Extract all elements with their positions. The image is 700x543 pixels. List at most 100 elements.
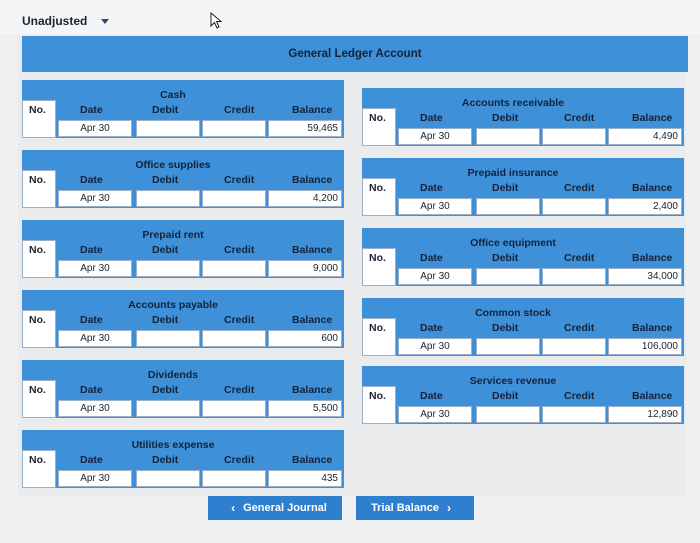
col-date-label: Date	[80, 244, 103, 256]
account-prepaid-rent: Prepaid rent No. Date Apr 30 Debit Credi…	[22, 220, 344, 280]
col-debit-label: Debit	[152, 104, 179, 116]
credit-cell	[202, 470, 266, 487]
balance-cell: 435	[268, 470, 342, 487]
col-credit-label: Credit	[564, 252, 595, 264]
col-credit-label: Credit	[224, 384, 255, 396]
col-no-label: No.	[362, 318, 396, 356]
debit-cell	[476, 406, 540, 423]
col-balance-label: Balance	[292, 314, 333, 326]
date-cell: Apr 30	[58, 190, 132, 207]
credit-cell	[542, 128, 606, 145]
debit-cell	[136, 330, 200, 347]
col-credit-label: Credit	[224, 174, 255, 186]
debit-cell	[476, 198, 540, 215]
col-balance-label: Balance	[632, 322, 673, 334]
balance-cell: 2,400	[608, 198, 682, 215]
col-balance-label: Balance	[632, 112, 673, 124]
col-balance-label: Balance	[292, 174, 333, 186]
col-date-label: Date	[80, 314, 103, 326]
col-debit-label: Debit	[152, 314, 179, 326]
col-debit-label: Debit	[152, 384, 179, 396]
top-bar: Unadjusted	[0, 0, 700, 34]
credit-cell	[202, 260, 266, 277]
col-date-label: Date	[80, 454, 103, 466]
debit-cell	[136, 120, 200, 137]
col-credit-label: Credit	[564, 112, 595, 124]
balance-cell: 9,000	[268, 260, 342, 277]
col-no-label: No.	[362, 108, 396, 146]
col-no-label: No.	[22, 240, 56, 278]
general-journal-button[interactable]: ‹ General Journal	[208, 496, 342, 520]
trial-balance-button[interactable]: Trial Balance ›	[356, 496, 474, 520]
date-cell: Apr 30	[398, 198, 472, 215]
debit-cell	[476, 338, 540, 355]
col-credit-label: Credit	[564, 322, 595, 334]
col-credit-label: Credit	[564, 390, 595, 402]
col-debit-label: Debit	[152, 244, 179, 256]
debit-cell	[136, 190, 200, 207]
balance-cell: 5,500	[268, 400, 342, 417]
credit-cell	[542, 268, 606, 285]
col-debit-label: Debit	[492, 112, 519, 124]
balance-cell: 600	[268, 330, 342, 347]
balance-cell: 4,490	[608, 128, 682, 145]
balance-cell: 4,200	[268, 190, 342, 207]
credit-cell	[542, 338, 606, 355]
col-date-label: Date	[80, 104, 103, 116]
col-balance-label: Balance	[292, 244, 333, 256]
col-no-label: No.	[22, 170, 56, 208]
col-debit-label: Debit	[492, 182, 519, 194]
col-credit-label: Credit	[224, 104, 255, 116]
col-date-label: Date	[420, 252, 443, 264]
col-balance-label: Balance	[292, 104, 333, 116]
col-date-label: Date	[420, 322, 443, 334]
credit-cell	[202, 120, 266, 137]
credit-cell	[202, 330, 266, 347]
col-balance-label: Balance	[632, 390, 673, 402]
col-credit-label: Credit	[224, 454, 255, 466]
trial-balance-label: Trial Balance	[371, 502, 439, 514]
credit-cell	[542, 198, 606, 215]
balance-cell: 12,890	[608, 406, 682, 423]
account-office-equipment: Office equipment No. Date Apr 30 Debit C…	[362, 228, 684, 288]
account-common-stock: Common stock No. Date Apr 30 Debit Credi…	[362, 298, 684, 358]
col-no-label: No.	[362, 178, 396, 216]
debit-cell	[476, 268, 540, 285]
date-cell: Apr 30	[58, 400, 132, 417]
col-date-label: Date	[420, 390, 443, 402]
ledger-title: General Ledger Account	[22, 36, 688, 72]
col-date-label: Date	[80, 384, 103, 396]
view-dropdown[interactable]: Unadjusted	[22, 11, 122, 31]
col-balance-label: Balance	[292, 384, 333, 396]
balance-cell: 59,465	[268, 120, 342, 137]
debit-cell	[136, 470, 200, 487]
date-cell: Apr 30	[398, 338, 472, 355]
mouse-pointer-icon	[210, 12, 223, 29]
col-debit-label: Debit	[152, 174, 179, 186]
general-journal-label: General Journal	[243, 502, 327, 514]
col-no-label: No.	[22, 100, 56, 138]
date-cell: Apr 30	[58, 330, 132, 347]
col-no-label: No.	[22, 450, 56, 488]
chevron-down-icon	[101, 18, 110, 24]
account-cash: Cash No. Date Apr 30 Debit Credit Balanc…	[22, 80, 344, 140]
credit-cell	[202, 400, 266, 417]
account-services-revenue: Services revenue No. Date Apr 30 Debit C…	[362, 366, 684, 426]
account-accounts-receivable: Accounts receivable No. Date Apr 30 Debi…	[362, 88, 684, 148]
account-utilities-expense: Utilities expense No. Date Apr 30 Debit …	[22, 430, 344, 490]
date-cell: Apr 30	[58, 120, 132, 137]
account-dividends: Dividends No. Date Apr 30 Debit Credit B…	[22, 360, 344, 420]
col-balance-label: Balance	[632, 182, 673, 194]
debit-cell	[136, 260, 200, 277]
col-debit-label: Debit	[492, 390, 519, 402]
account-prepaid-insurance: Prepaid insurance No. Date Apr 30 Debit …	[362, 158, 684, 218]
col-no-label: No.	[362, 248, 396, 286]
col-balance-label: Balance	[632, 252, 673, 264]
credit-cell	[542, 406, 606, 423]
chevron-right-icon: ›	[446, 501, 451, 515]
chevron-left-icon: ‹	[231, 501, 236, 515]
col-no-label: No.	[22, 380, 56, 418]
col-debit-label: Debit	[152, 454, 179, 466]
view-dropdown-label: Unadjusted	[22, 14, 88, 28]
credit-cell	[202, 190, 266, 207]
